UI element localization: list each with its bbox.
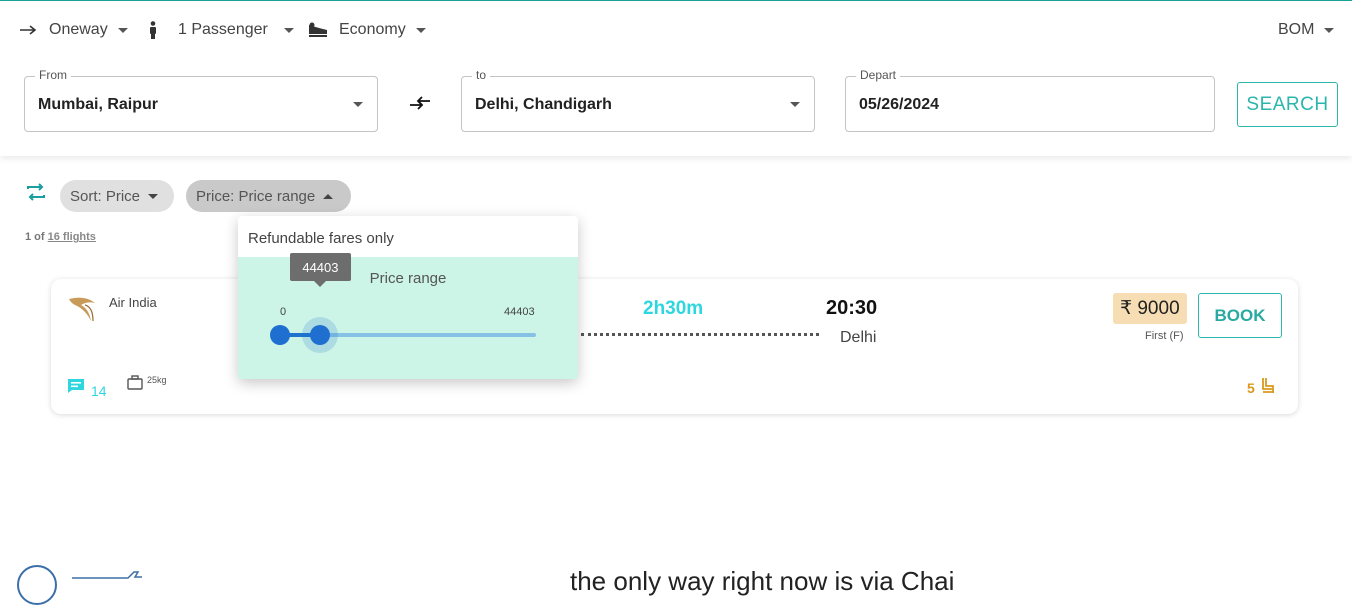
airline-name: Air India	[109, 295, 157, 310]
book-button[interactable]: BOOK	[1198, 293, 1282, 338]
trip-type-label: Oneway	[49, 21, 108, 38]
to-value: Delhi, Chandigarh	[475, 96, 612, 113]
price-filter-popover: Refundable fares only Price range 0 4440…	[238, 216, 578, 379]
chat-icon	[67, 378, 85, 397]
currency-label: BOM	[1278, 21, 1315, 38]
results-count-prefix: 1 of	[25, 231, 45, 243]
dropdown-arrow-icon[interactable]	[353, 102, 363, 107]
chevron-down-icon	[1324, 27, 1335, 33]
to-field[interactable]: to Delhi, Chandigarh	[461, 68, 815, 132]
depart-date-field[interactable]: Depart 05/26/2024	[845, 68, 1215, 132]
chevron-up-icon	[323, 193, 334, 199]
price-range-panel: Price range 0 44403 44403	[238, 253, 578, 379]
seat-icon	[1261, 377, 1275, 398]
chevron-down-icon	[283, 27, 294, 33]
flight-duration: 2h30m	[643, 298, 704, 319]
arrival-city: Delhi	[840, 329, 877, 346]
chevron-down-icon	[148, 193, 159, 199]
dropdown-arrow-icon[interactable]	[790, 102, 800, 107]
person-icon	[148, 21, 158, 39]
price-chip[interactable]: Price: Price range	[186, 180, 351, 212]
search-button[interactable]: SEARCH	[1237, 82, 1338, 127]
fare-class: First (F)	[1145, 330, 1184, 342]
arrow-right-icon	[20, 25, 37, 35]
range-max-label: 44403	[504, 306, 535, 318]
depart-legend: Depart	[856, 68, 901, 82]
cabin-label: Economy	[339, 21, 406, 38]
luggage-icon	[127, 375, 143, 392]
currency-select[interactable]: BOM	[1278, 19, 1335, 41]
from-field[interactable]: From Mumbai, Raipur	[24, 68, 378, 132]
slider-value-tooltip: 44403	[290, 253, 351, 281]
tooltip-tail	[314, 281, 327, 287]
air-india-logo	[67, 293, 97, 323]
to-legend: to	[472, 68, 491, 82]
route-line	[581, 333, 819, 336]
seats-available: 5	[1247, 377, 1275, 398]
slider-thumb-min[interactable]	[270, 325, 290, 345]
sort-chip[interactable]: Sort: Price	[60, 180, 174, 212]
chevron-down-icon	[117, 27, 128, 33]
price-badge: ₹ 9000	[1113, 293, 1187, 324]
depart-value: 05/26/2024	[859, 96, 940, 113]
refundable-toggle[interactable]: Refundable fares only	[248, 230, 394, 247]
sort-chip-label: Sort: Price	[70, 187, 141, 205]
comments-count: 14	[91, 383, 107, 399]
plane-icon	[72, 567, 142, 579]
baggage-allowance: 25kg	[147, 375, 167, 385]
footer-heading: the only way right now is via Chai	[570, 566, 955, 596]
chevron-down-icon	[415, 27, 426, 33]
passenger-select[interactable]: 1 Passenger	[148, 19, 294, 41]
baggage-info: 25kg	[127, 375, 167, 392]
from-legend: From	[35, 68, 71, 82]
footer-logo	[17, 565, 57, 605]
range-min-label: 0	[280, 306, 287, 318]
arrival-time: 20:30	[826, 297, 878, 319]
from-value: Mumbai, Raipur	[38, 96, 159, 113]
results-count-link[interactable]: 16 flights	[48, 231, 96, 243]
swap-icon[interactable]	[408, 93, 432, 113]
trip-type-select[interactable]: Oneway	[20, 19, 128, 41]
seat-icon	[307, 22, 329, 38]
passenger-label: 1 Passenger	[178, 21, 268, 38]
search-panel: Oneway 1 Passenger Economy BOM From Mumb…	[0, 1, 1352, 156]
results-count: 1 of 16 flights	[25, 231, 96, 243]
cabin-select[interactable]: Economy	[307, 19, 426, 41]
price-range-title: Price range	[369, 270, 447, 287]
comments[interactable]: 14	[67, 375, 107, 399]
seats-count: 5	[1247, 379, 1255, 396]
repeat-icon[interactable]	[25, 181, 47, 203]
price-chip-label: Price: Price range	[196, 187, 316, 205]
